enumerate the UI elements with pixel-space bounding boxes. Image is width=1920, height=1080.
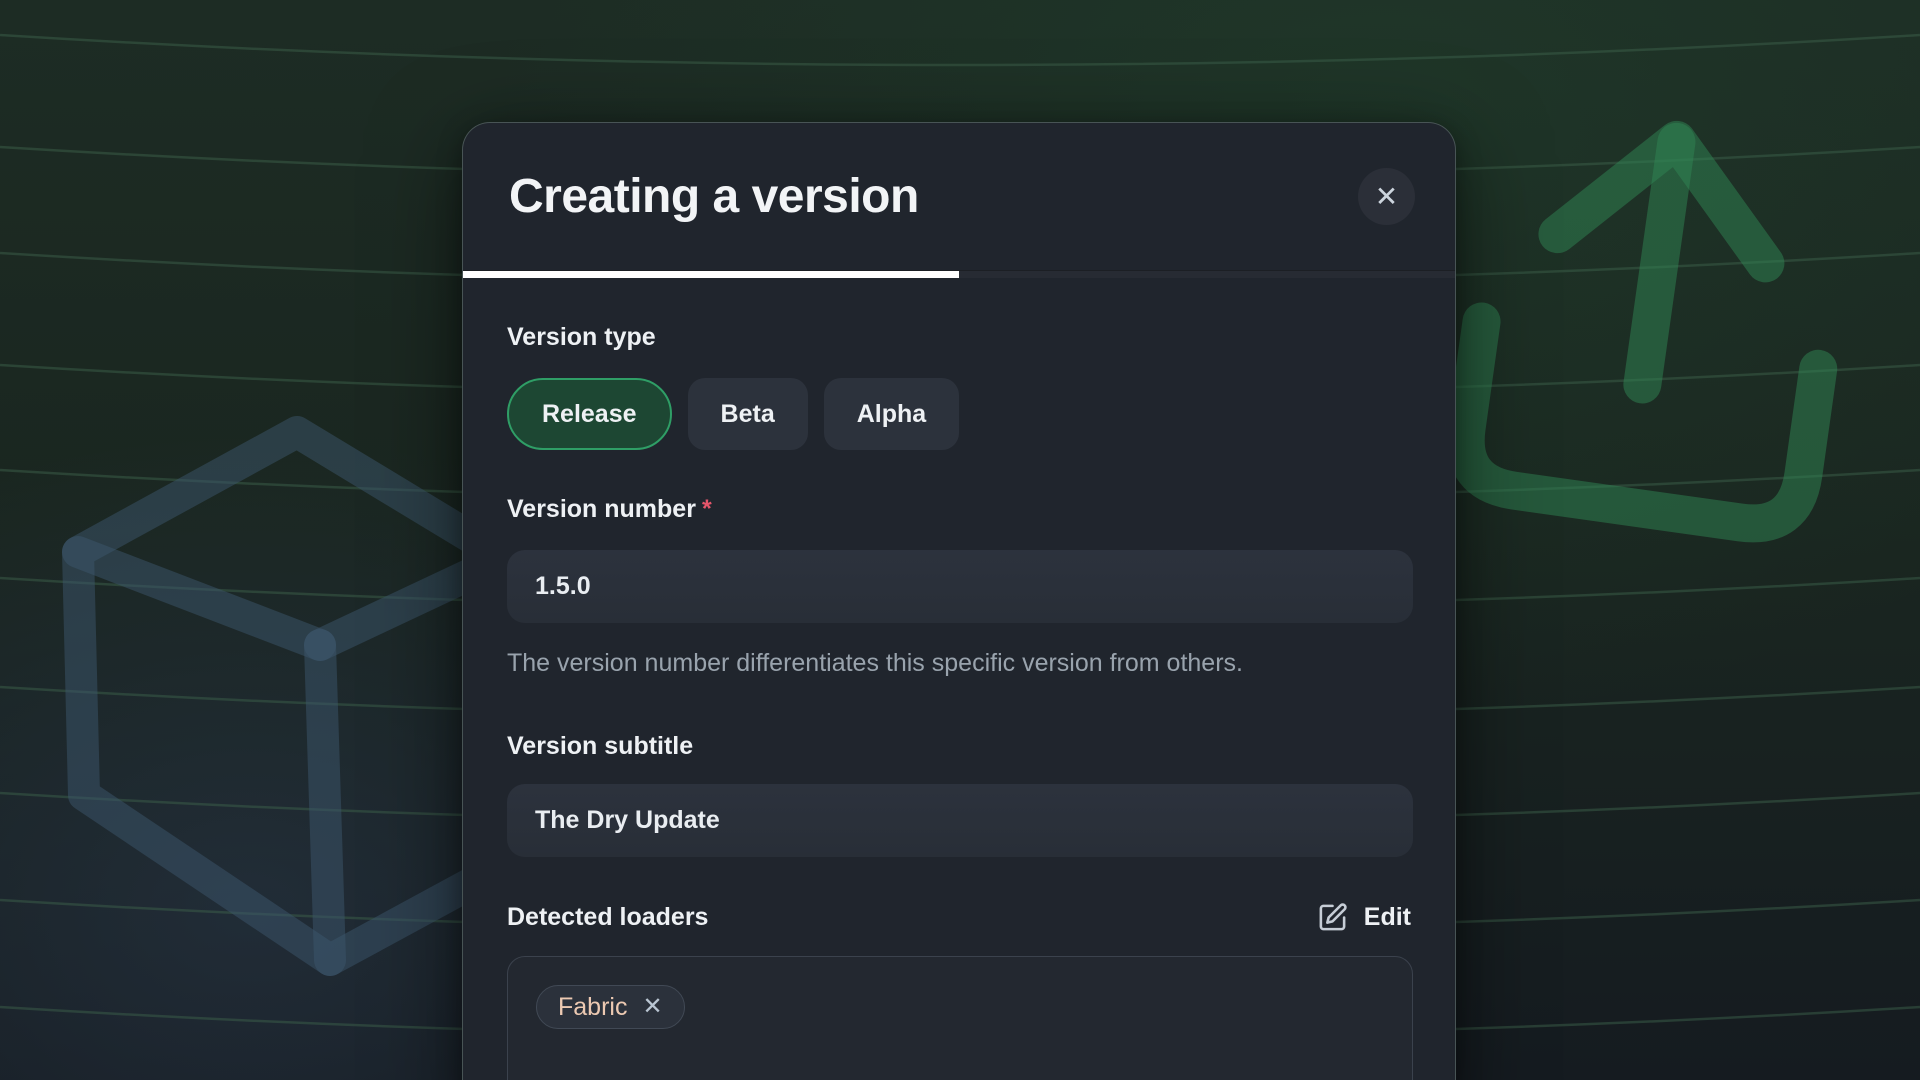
modal-header: Creating a version ✕ xyxy=(463,123,1455,270)
version-type-beta-button[interactable]: Beta xyxy=(688,378,808,450)
version-type-options: Release Beta Alpha xyxy=(507,378,1411,450)
edit-loaders-button[interactable]: Edit xyxy=(1317,902,1411,933)
progress-bar xyxy=(463,270,1455,278)
version-number-helper: The version number differentiates this s… xyxy=(507,641,1379,685)
version-type-label: Version type xyxy=(507,322,1411,352)
detected-loaders-card: Fabric ✕ xyxy=(507,956,1413,1080)
version-number-input[interactable] xyxy=(507,550,1413,623)
version-number-label-text: Version number xyxy=(507,495,696,523)
close-icon: ✕ xyxy=(1375,168,1398,225)
edit-icon xyxy=(1317,902,1348,933)
detected-loaders-row: Detected loaders Edit xyxy=(507,902,1411,932)
close-button[interactable]: ✕ xyxy=(1358,168,1415,225)
modal-title: Creating a version xyxy=(509,169,919,224)
edit-label: Edit xyxy=(1364,903,1411,932)
create-version-modal: Creating a version ✕ Version type Releas… xyxy=(462,122,1456,1080)
version-subtitle-input[interactable] xyxy=(507,784,1413,857)
required-marker: * xyxy=(702,495,712,523)
version-subtitle-label: Version subtitle xyxy=(507,731,1411,761)
upload-arrow-icon xyxy=(1459,116,1847,530)
version-type-release-button[interactable]: Release xyxy=(507,378,672,450)
modal-body: Version type Release Beta Alpha Version … xyxy=(463,322,1455,1080)
screen: Creating a version ✕ Version type Releas… xyxy=(0,0,1920,1080)
chip-remove-icon[interactable]: ✕ xyxy=(642,995,662,1019)
version-type-alpha-button[interactable]: Alpha xyxy=(824,378,959,450)
version-number-label: Version number* xyxy=(507,494,1411,524)
loader-chip-label: Fabric xyxy=(558,993,627,1022)
loader-chip-fabric: Fabric ✕ xyxy=(536,985,685,1029)
detected-loaders-label: Detected loaders xyxy=(507,902,708,932)
progress-fill xyxy=(463,271,959,278)
